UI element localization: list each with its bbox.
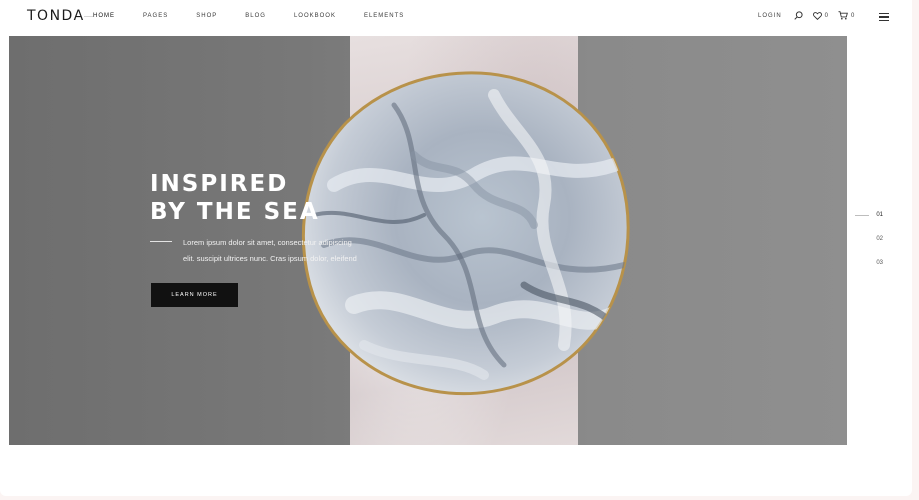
slider-pagination: 01 02 03 [855, 212, 895, 284]
hamburger-menu-icon[interactable] [879, 13, 889, 23]
hero-description-line-1: Lorem ipsum dolor sit amet, consectetur … [183, 238, 352, 247]
hero-description: Lorem ipsum dolor sit amet, consectetur … [183, 235, 403, 267]
cart-icon [838, 11, 848, 20]
learn-more-button[interactable]: LEARN MORE [151, 283, 238, 307]
site-header: TONDA HOME PAGES SHOP BLOG LOOKBOOK ELEM… [0, 0, 912, 34]
nav-item-blog[interactable]: BLOG [245, 13, 266, 19]
main-nav: HOME PAGES SHOP BLOG LOOKBOOK ELEMENTS [93, 13, 432, 19]
nav-item-lookbook[interactable]: LOOKBOOK [294, 13, 336, 19]
hero-heading-line-2: BY THE SEA [150, 199, 320, 225]
site-logo[interactable]: TONDA [27, 8, 85, 24]
hero-description-line-2: elit. suscipit ultrices nunc. Cras ipsum… [183, 254, 357, 263]
hero-divider [150, 241, 172, 242]
login-link[interactable]: LOGIN [758, 13, 782, 19]
search-icon [794, 11, 803, 20]
nav-item-home[interactable]: HOME [93, 13, 115, 19]
logo-divider [84, 16, 93, 17]
wishlist-count: 0 [824, 12, 829, 19]
nav-item-shop[interactable]: SHOP [196, 13, 217, 19]
slider-page-number: 03 [876, 260, 883, 266]
hero-heading: INSPIRED BY THE SEA [150, 170, 410, 226]
slider-page-1[interactable]: 01 [855, 212, 895, 236]
header-tools: LOGIN 0 0 [758, 11, 864, 20]
hero-slider: INSPIRED BY THE SEA Lorem ipsum dolor si… [9, 36, 847, 445]
nav-item-elements[interactable]: ELEMENTS [364, 13, 404, 19]
hero-heading-line-1: INSPIRED [150, 171, 289, 197]
cart-button[interactable]: 0 [838, 11, 854, 20]
cart-count: 0 [851, 12, 855, 19]
nav-item-pages[interactable]: PAGES [143, 13, 168, 19]
active-slide-indicator [855, 215, 869, 216]
slider-page-3[interactable]: 03 [855, 260, 895, 284]
slider-page-2[interactable]: 02 [855, 236, 895, 260]
slider-page-number: 01 [876, 212, 883, 218]
hero-marble-plate-image [301, 71, 630, 396]
search-button[interactable] [794, 11, 803, 20]
wishlist-button[interactable]: 0 [812, 11, 829, 20]
heart-icon [812, 11, 822, 20]
slider-page-number: 02 [876, 236, 883, 242]
page-frame: TONDA HOME PAGES SHOP BLOG LOOKBOOK ELEM… [0, 0, 912, 496]
